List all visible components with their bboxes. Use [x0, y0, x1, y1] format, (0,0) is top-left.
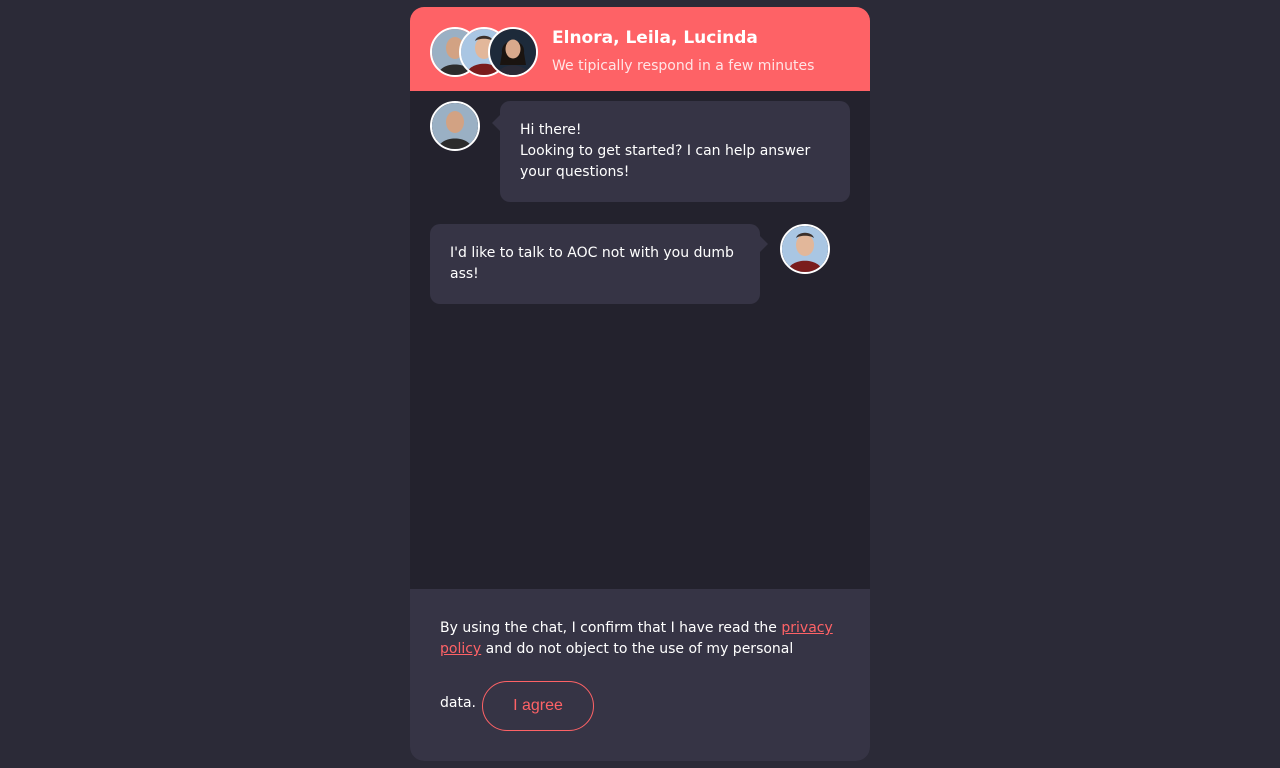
agree-button[interactable]: I agree — [482, 681, 594, 731]
consent-panel: By using the chat, I confirm that I have… — [410, 589, 870, 761]
message-line: Hi there! — [520, 122, 582, 138]
consent-text: By using the chat, I confirm that I have… — [440, 618, 845, 660]
incoming-message: Hi there! Looking to get started? I can … — [492, 101, 850, 202]
consent-text-before: By using the chat, I confirm that I have… — [440, 620, 782, 636]
chat-header-title: Elnora, Leila, Lucinda — [552, 28, 758, 48]
avatar-photo-icon — [432, 103, 478, 149]
message-line: Looking to get started? I can help answe… — [520, 143, 811, 180]
chat-widget: Elnora, Leila, Lucinda We tipically resp… — [410, 7, 870, 761]
consent-text-end: data. — [440, 695, 476, 711]
chat-header-subtitle: We tipically respond in a few minutes — [552, 58, 815, 74]
message-list: Hi there! Looking to get started? I can … — [410, 91, 870, 589]
avatar-photo-icon — [490, 29, 536, 75]
consent-text-after: and do not object to the use of my perso… — [481, 641, 794, 657]
user-avatar — [780, 224, 830, 274]
agent-avatar-lucinda — [488, 27, 538, 77]
message-line: I'd like to talk to AOC not with you dum… — [450, 245, 734, 282]
chat-header: Elnora, Leila, Lucinda We tipically resp… — [410, 7, 870, 91]
agent-avatar — [430, 101, 480, 151]
avatar-photo-icon — [782, 226, 828, 272]
outgoing-message: I'd like to talk to AOC not with you dum… — [430, 224, 768, 304]
